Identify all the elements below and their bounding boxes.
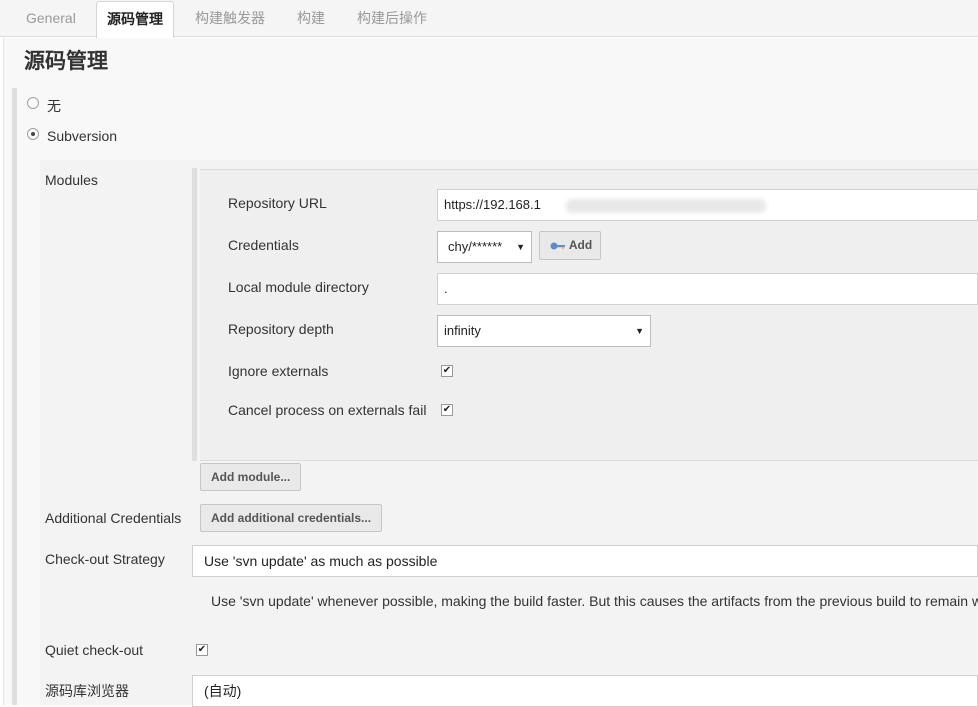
chevron-down-icon: ▼	[516, 242, 525, 252]
add-credentials-button[interactable]: Add	[539, 231, 602, 260]
cancel-externals-label: Cancel process on externals fail	[228, 402, 427, 418]
key-icon	[550, 242, 565, 250]
tab-build-triggers[interactable]: 构建触发器	[185, 0, 275, 37]
config-tab-bar: General 源码管理 构建触发器 构建 构建后操作	[0, 0, 978, 39]
modules-label: Modules	[45, 172, 98, 188]
scm-subversion-radio[interactable]	[27, 128, 39, 140]
tab-build[interactable]: 构建	[287, 0, 335, 37]
quiet-checkout-label: Quiet check-out	[45, 642, 144, 658]
scm-subversion-label: Subversion	[47, 128, 118, 144]
checkout-strategy-select[interactable]: Use 'svn update' as much as possible	[192, 545, 978, 577]
scm-none-radio[interactable]	[27, 97, 39, 109]
ignore-externals-checkbox[interactable]: ✔	[441, 365, 453, 377]
credentials-label: Credentials	[228, 237, 299, 253]
repository-browser-value: (自动)	[204, 683, 242, 699]
repository-depth-select[interactable]: infinity ▼	[437, 315, 651, 347]
repository-url-label: Repository URL	[228, 195, 327, 211]
add-additional-credentials-button[interactable]: Add additional credentials...	[200, 504, 383, 532]
checkout-strategy-label: Check-out Strategy	[45, 551, 165, 567]
repository-depth-label: Repository depth	[228, 321, 334, 337]
chevron-down-icon: ▼	[635, 326, 644, 336]
cancel-externals-checkbox[interactable]: ✔	[441, 404, 453, 416]
repository-url-value: https://192.168.1	[444, 197, 541, 212]
local-module-directory-label: Local module directory	[228, 279, 369, 295]
credentials-select[interactable]: chy/****** ▼	[437, 231, 532, 263]
local-module-directory-value: .	[444, 281, 448, 296]
redacted-url-blur	[566, 199, 766, 213]
additional-credentials-label: Additional Credentials	[45, 510, 182, 526]
add-credentials-label: Add	[568, 238, 593, 252]
scm-none-label: 无	[47, 98, 61, 114]
repository-browser-label: 源码库浏览器	[45, 683, 129, 699]
quiet-checkout-checkbox[interactable]: ✔	[196, 644, 208, 656]
credentials-value: chy/******	[448, 239, 503, 254]
tab-general[interactable]: General	[16, 0, 86, 37]
add-module-button[interactable]: Add module...	[200, 463, 302, 491]
ignore-externals-label: Ignore externals	[228, 363, 329, 379]
checkout-strategy-help: Use 'svn update' whenever possible, maki…	[211, 593, 978, 609]
checkout-strategy-value: Use 'svn update' as much as possible	[204, 553, 438, 569]
section-indent-bar	[12, 88, 17, 705]
section-title: 源码管理	[24, 50, 108, 73]
tab-source-code-management[interactable]: 源码管理	[96, 1, 174, 39]
repository-depth-value: infinity	[444, 323, 481, 338]
modules-indent-bar	[192, 168, 197, 461]
repository-browser-select[interactable]: (自动)	[192, 675, 978, 707]
local-module-directory-input[interactable]: .	[437, 273, 978, 305]
tab-post-build-actions[interactable]: 构建后操作	[347, 0, 437, 37]
